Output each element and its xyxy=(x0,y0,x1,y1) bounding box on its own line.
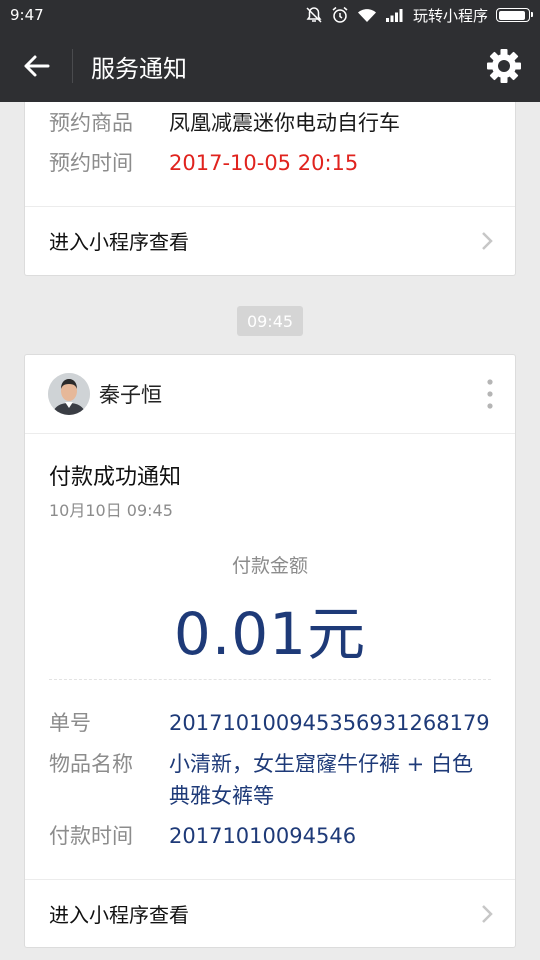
order-number-label: 单号 xyxy=(49,711,91,735)
payment-card: 秦子恒 付款成功通知 10月10日 09:45 付款金额 0.01元 单号 20… xyxy=(24,354,516,948)
open-mini-program-button[interactable]: 进入小程序查看 xyxy=(25,879,515,947)
carrier-label: 玩转小程序 xyxy=(412,6,488,25)
page-title: 服务通知 xyxy=(91,54,187,83)
reservation-time-value: 2017-10-05 20:15 xyxy=(169,151,359,175)
more-vertical-icon xyxy=(487,379,493,409)
notice-title: 付款成功通知 xyxy=(49,465,182,490)
nav-bar: 服务通知 xyxy=(0,30,540,102)
avatar-portrait-icon xyxy=(48,373,90,415)
more-options-button[interactable] xyxy=(465,355,515,434)
avatar[interactable] xyxy=(48,373,90,415)
notice-date: 10月10日 09:45 xyxy=(49,501,173,520)
status-icons: 玩转小程序 xyxy=(305,5,533,26)
status-time: 9:47 xyxy=(10,6,44,24)
battery-level xyxy=(498,10,525,20)
reservation-time-row: 预约时间 2017-10-05 20:15 xyxy=(49,149,358,177)
settings-button[interactable] xyxy=(468,30,540,102)
payment-time-label: 付款时间 xyxy=(49,824,133,848)
battery-icon xyxy=(496,8,533,22)
payment-time-value: 20171010094546 xyxy=(169,824,357,848)
message-time-badge: 09:45 xyxy=(237,306,303,336)
sender-header[interactable]: 秦子恒 xyxy=(25,355,515,434)
item-name-value: 小清新，女生窟窿牛仔裤 + 白色典雅女裤等 xyxy=(169,752,473,808)
item-name-label: 物品名称 xyxy=(49,752,133,776)
mute-icon xyxy=(306,7,322,23)
sender-name: 秦子恒 xyxy=(99,383,162,407)
chevron-right-icon xyxy=(482,904,493,923)
open-mini-program-label: 进入小程序查看 xyxy=(49,230,189,254)
amount-label: 付款金额 xyxy=(231,555,308,577)
amount-value: 0.01元 xyxy=(173,600,367,668)
status-bar: 9:47 玩转小程序 xyxy=(0,0,540,30)
open-mini-program-label: 进入小程序查看 xyxy=(49,903,189,927)
signal-icon xyxy=(385,9,403,22)
alarm-icon xyxy=(332,6,348,23)
back-button[interactable] xyxy=(0,30,72,102)
chevron-right-icon xyxy=(482,231,493,250)
item-name-row: 物品名称 小清新，女生窟窿牛仔裤 + 白色典雅女裤等 xyxy=(49,748,489,812)
wifi-icon xyxy=(357,9,376,22)
product-value: 凤凰减震迷你电动自行车 xyxy=(169,111,400,135)
reservation-time-label: 预约时间 xyxy=(49,151,133,175)
product-label: 预约商品 xyxy=(49,111,133,135)
order-number-row: 单号 201710100945356931268179 xyxy=(49,707,490,739)
reservation-card: 预约商品 凤凰减震迷你电动自行车 预约时间 2017-10-05 20:15 进… xyxy=(24,102,516,276)
dashed-divider xyxy=(49,679,491,680)
gear-icon xyxy=(487,49,521,83)
arrow-left-icon xyxy=(24,55,50,77)
nav-divider xyxy=(72,49,73,83)
payment-time-row: 付款时间 20171010094546 xyxy=(49,820,489,852)
product-row: 预约商品 凤凰减震迷你电动自行车 xyxy=(49,109,400,137)
open-mini-program-button[interactable]: 进入小程序查看 xyxy=(25,206,515,274)
order-number-value: 201710100945356931268179 xyxy=(169,711,490,735)
